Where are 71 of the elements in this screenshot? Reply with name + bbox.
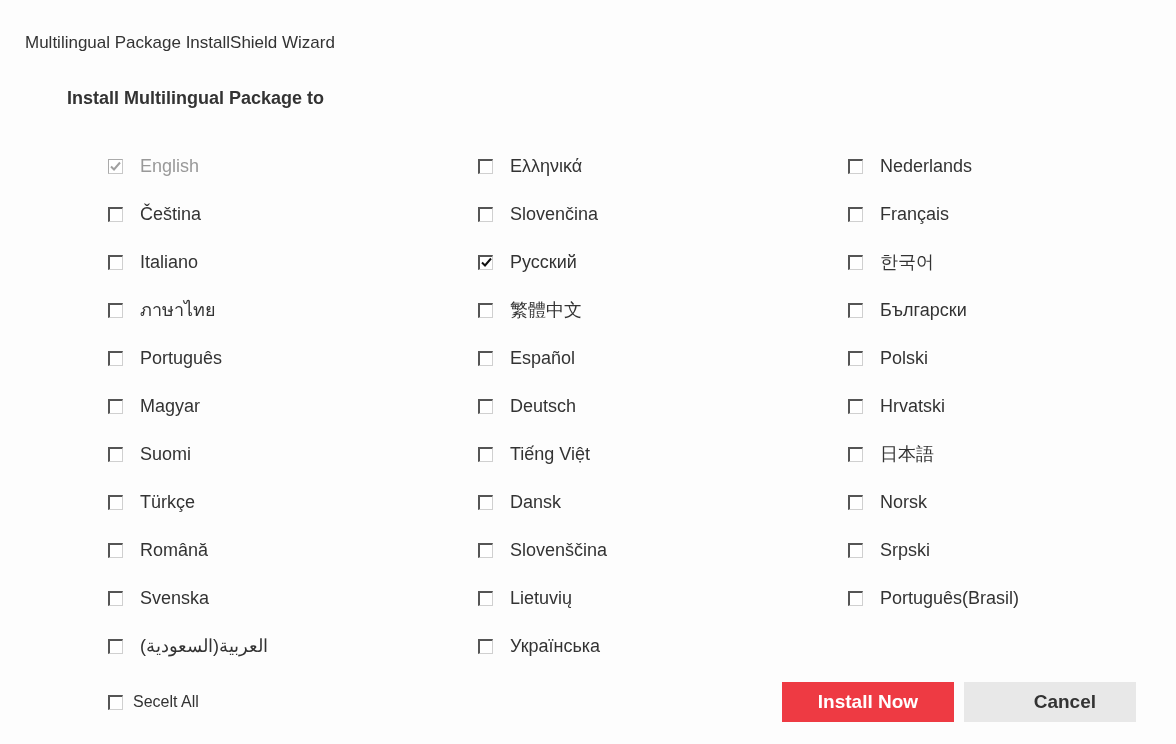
language-label: Nederlands	[880, 154, 973, 178]
language-label: English	[140, 154, 200, 178]
language-label: Tiếng Việt	[510, 442, 591, 466]
checkbox[interactable]	[478, 542, 493, 558]
checkbox[interactable]	[848, 494, 863, 510]
language-label: Български	[880, 298, 967, 322]
checkbox[interactable]	[108, 206, 123, 222]
language-label: Slovenčina	[510, 202, 599, 226]
checkmark-icon	[110, 160, 121, 172]
checkbox[interactable]	[848, 398, 863, 414]
checkbox[interactable]	[108, 590, 123, 606]
language-label: Română	[140, 538, 209, 562]
language-label: Українська	[510, 634, 601, 658]
checkbox[interactable]	[478, 158, 493, 174]
section-heading: Install Multilingual Package to	[66, 87, 325, 110]
checkbox[interactable]	[108, 398, 123, 414]
language-label: Español	[510, 346, 576, 370]
language-label: Svenska	[140, 586, 210, 610]
cancel-button[interactable]: Cancel	[964, 682, 1136, 722]
language-label: 日本語	[880, 442, 934, 466]
language-label: 한국어	[880, 250, 934, 274]
checkbox[interactable]	[478, 350, 493, 366]
language-label: العربية(السعودية)	[140, 634, 268, 659]
checkbox[interactable]	[478, 206, 493, 222]
checkbox[interactable]	[478, 254, 493, 270]
checkbox[interactable]	[848, 206, 863, 222]
language-label: Deutsch	[510, 394, 577, 418]
checkbox[interactable]	[108, 446, 123, 462]
language-label: Slovenščina	[510, 538, 608, 562]
select-all-label: Secelt All	[133, 692, 199, 712]
checkbox[interactable]	[478, 302, 493, 318]
language-label: Português(Brasil)	[880, 586, 1020, 610]
checkmark-icon	[480, 257, 492, 268]
checkbox[interactable]	[108, 350, 123, 366]
language-label: Norsk	[880, 490, 927, 514]
language-label: Lietuvių	[510, 586, 573, 610]
checkbox[interactable]	[108, 254, 123, 270]
checkbox[interactable]	[108, 638, 123, 654]
checkbox[interactable]	[848, 590, 863, 606]
checkbox[interactable]	[478, 494, 493, 510]
language-label: 繁體中文	[510, 298, 582, 322]
checkbox[interactable]	[478, 446, 493, 462]
checkbox[interactable]	[848, 158, 863, 174]
language-label: Português	[140, 346, 223, 370]
checkbox[interactable]	[108, 302, 123, 318]
language-label: Français	[880, 202, 950, 226]
checkbox[interactable]	[108, 542, 123, 558]
checkbox[interactable]	[478, 590, 493, 606]
language-label: Suomi	[140, 442, 192, 466]
window-title: Multilingual Package InstallShield Wizard	[25, 32, 336, 54]
language-label: Türkçe	[140, 490, 195, 514]
checkbox[interactable]	[478, 398, 493, 414]
checkbox[interactable]	[848, 446, 863, 462]
checkbox[interactable]	[848, 302, 863, 318]
language-label: Русский	[510, 250, 577, 274]
language-label: Dansk	[510, 490, 562, 514]
language-label: Hrvatski	[880, 394, 945, 418]
language-label: ภาษาไทย	[140, 298, 216, 322]
language-label: Magyar	[140, 394, 201, 418]
language-label: Čeština	[140, 202, 202, 226]
checkbox[interactable]	[848, 350, 863, 366]
checkbox[interactable]	[108, 494, 123, 510]
language-label: Srpski	[880, 538, 930, 562]
language-label: Polski	[880, 346, 928, 370]
checkbox[interactable]	[848, 542, 863, 558]
language-label: Italiano	[140, 250, 199, 274]
language-label: Ελληνικά	[510, 154, 583, 178]
checkbox[interactable]	[848, 254, 863, 270]
checkbox[interactable]	[108, 694, 123, 710]
install-button[interactable]: Install Now	[782, 682, 954, 722]
checkbox[interactable]	[478, 638, 493, 654]
